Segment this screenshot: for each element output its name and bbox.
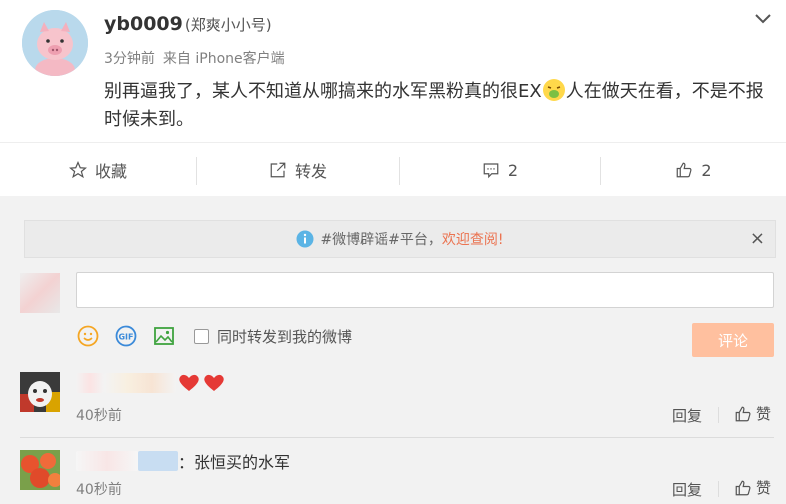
- star-icon: [68, 161, 87, 179]
- gif-label: GIF: [118, 333, 133, 342]
- composer-toolbar: GIF 同时转发到我的微博: [76, 322, 352, 350]
- commenter-avatar[interactable]: [20, 450, 60, 490]
- forward-button[interactable]: 转发: [197, 143, 399, 197]
- blurred-username[interactable]: [76, 451, 138, 471]
- comment-area: #微博辟谣#平台， 欢迎查阅! × GIF 同时转发到我的微博 评论 40秒前 …: [0, 196, 786, 504]
- post-meta: 3分钟前 来自 iPhone客户端: [104, 48, 293, 68]
- pig-avatar-icon: [22, 10, 88, 76]
- heart-emoji-icon: [179, 374, 224, 391]
- comment-like-button[interactable]: 赞: [734, 403, 771, 424]
- comment-content: [76, 372, 228, 394]
- favorite-button[interactable]: 收藏: [0, 143, 196, 197]
- favorite-label: 收藏: [94, 162, 127, 181]
- blurred-username[interactable]: [138, 451, 178, 471]
- username[interactable]: yb0009 (郑爽小小号): [104, 13, 272, 35]
- comment-button[interactable]: 2: [400, 143, 600, 197]
- chevron-down-icon[interactable]: [750, 6, 776, 32]
- post-card: yb0009 (郑爽小小号) 3分钟前 来自 iPhone客户端 别再逼我了，某人不…: [0, 0, 786, 197]
- forward-checkbox-label: 同时转发到我的微博: [217, 327, 353, 346]
- reply-button[interactable]: 回复: [672, 479, 702, 500]
- image-icon[interactable]: [152, 324, 176, 348]
- blurred-username[interactable]: [76, 373, 104, 393]
- comment-icon: [483, 163, 499, 179]
- reply-button[interactable]: 回复: [672, 405, 702, 426]
- close-icon[interactable]: ×: [750, 228, 765, 249]
- comment-count: 2: [507, 160, 519, 180]
- post-body: 别再逼我了，某人不知道从哪搞来的水军黑粉真的很EX 人在做天在看，不是不报时候未…: [104, 78, 776, 134]
- comment-divider: [20, 437, 774, 438]
- info-icon: [296, 230, 314, 248]
- post-text-part1: 别再逼我了，某人不知道从哪搞来的水军黑粉真的很EX: [104, 81, 542, 102]
- like-button[interactable]: 2: [601, 143, 786, 197]
- thumbs-up-icon: [735, 480, 751, 495]
- comment-like-button[interactable]: 赞: [734, 477, 771, 498]
- comment-time: 40秒前: [76, 482, 122, 498]
- submit-comment-button[interactable]: 评论: [692, 323, 774, 357]
- thumbs-up-icon: [735, 406, 751, 421]
- comment-input[interactable]: [76, 272, 774, 308]
- post-time[interactable]: 3分钟前: [104, 51, 155, 67]
- vomit-emoji-icon: [542, 79, 565, 101]
- notice-text: #微博辟谣#平台，: [320, 232, 442, 248]
- forward-icon: [270, 162, 286, 178]
- forward-label: 转发: [294, 162, 327, 181]
- user-alias: (郑爽小小号): [184, 16, 272, 34]
- rumor-notice-banner: #微博辟谣#平台， 欢迎查阅! ×: [24, 220, 776, 258]
- blurred-username[interactable]: [104, 373, 176, 393]
- username-text[interactable]: yb0009: [104, 13, 183, 35]
- avatar[interactable]: [22, 10, 88, 76]
- emoji-icon[interactable]: [76, 324, 100, 348]
- my-avatar: [20, 273, 60, 313]
- post-source[interactable]: 来自 iPhone客户端: [163, 51, 285, 67]
- gif-icon[interactable]: GIF: [114, 324, 138, 348]
- thumbs-up-icon: [677, 162, 692, 178]
- notice-link[interactable]: 欢迎查阅!: [442, 229, 504, 249]
- divider: [718, 481, 719, 497]
- forward-checkbox[interactable]: [194, 328, 209, 344]
- comment-time: 40秒前: [76, 408, 122, 424]
- divider: [718, 407, 719, 423]
- action-bar: 收藏 转发 2 2: [0, 142, 786, 197]
- like-label: 赞: [756, 479, 772, 497]
- like-count: 2: [701, 160, 712, 180]
- comment-text: ：张恒买的水军: [178, 453, 291, 472]
- comment-content: ：张恒买的水军: [76, 450, 290, 472]
- forward-checkbox-row[interactable]: 同时转发到我的微博: [194, 326, 352, 347]
- commenter-avatar[interactable]: [20, 372, 60, 412]
- like-label: 赞: [756, 405, 772, 423]
